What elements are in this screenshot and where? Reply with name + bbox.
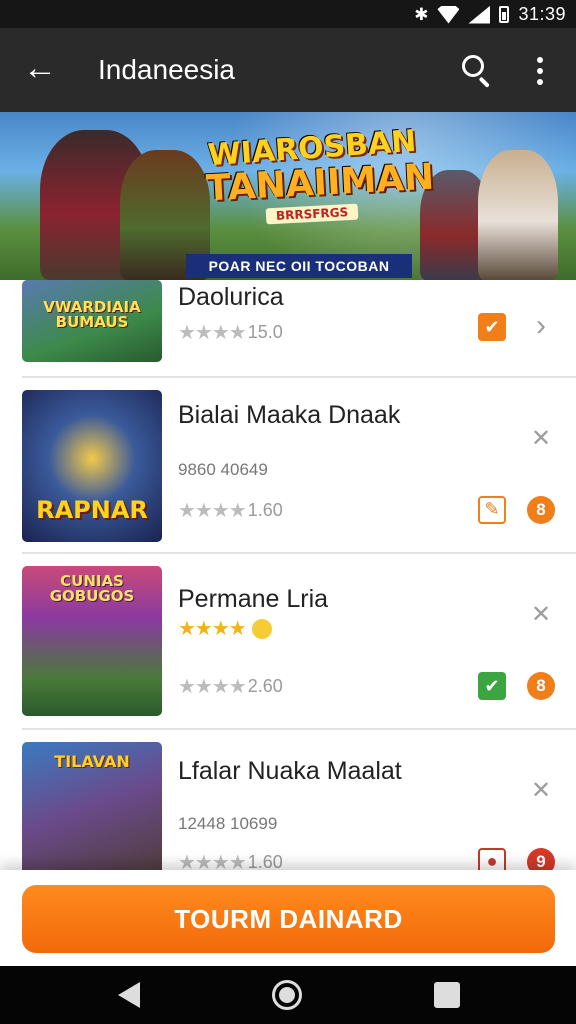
app-bar: ← Indaneesia: [0, 28, 576, 112]
page-title: Indaneesia: [98, 54, 236, 85]
rating-stars: ★★★★: [178, 500, 247, 522]
more-vert-icon[interactable]: [528, 54, 552, 88]
pin-icon[interactable]: ✕: [526, 600, 556, 630]
rating-value: 15.0: [247, 322, 283, 342]
bottom-panel: TOURM DAINARD: [0, 870, 576, 966]
rating-stars: ★★★★: [178, 852, 247, 870]
game-rating: ★★★★ 2.60: [178, 674, 283, 699]
game-meta: 9860 40649: [178, 460, 268, 479]
banner-hero-illustration: [478, 150, 558, 280]
banner-strip: POAR NEC OII TOCOBAN: [186, 254, 412, 278]
game-rating-gold: ★★★★: [178, 616, 272, 641]
battery-icon: [499, 6, 510, 23]
game-rating: ★★★★ 1.60: [178, 850, 283, 870]
game-rating: ★★★★ 15.0: [178, 320, 283, 345]
banner-title: WIAROSBAN TANAIIMAN BRRSFRGS: [205, 124, 436, 225]
list-item[interactable]: TILAVAN Lfalar Nuaka Maalat 12448 10699 …: [0, 730, 576, 870]
banner-title-line2: TANAIIMAN: [205, 156, 436, 210]
thumbnail-title: VWARDIAIA BUMAUS: [43, 298, 141, 331]
rating-stars: ★★★★: [178, 618, 247, 640]
badge-button[interactable]: 8: [527, 496, 555, 524]
game-name: Daolurica: [178, 283, 284, 311]
game-thumbnail: RAPNAR: [22, 390, 162, 542]
pin-icon[interactable]: ✕: [526, 424, 556, 454]
game-name: Bialai Maaka Dnaak: [178, 401, 401, 429]
game-name: Permane Lria: [178, 585, 329, 613]
badge-button[interactable]: 9: [527, 848, 555, 870]
rating-value: 2.60: [247, 676, 283, 696]
pin-icon[interactable]: ✕: [526, 776, 556, 806]
system-nav-bar: [0, 966, 576, 1024]
badge-button[interactable]: 8: [527, 672, 555, 700]
status-icons: ✱ 31:39: [414, 4, 566, 25]
signal-icon: [468, 5, 491, 24]
download-button[interactable]: TOURM DAINARD: [22, 885, 555, 953]
game-thumbnail: TILAVAN: [22, 742, 162, 870]
banner-badge: BRRSFRGS: [265, 203, 359, 225]
search-icon[interactable]: [458, 52, 494, 88]
nav-recent-icon[interactable]: [434, 982, 460, 1008]
installed-check-button[interactable]: ✔: [478, 672, 506, 700]
rating-stars: ★★★★: [178, 676, 247, 698]
game-rating: ★★★★ 1.60: [178, 498, 283, 523]
arrow-back-icon[interactable]: ←: [20, 50, 60, 90]
wifi-icon: [437, 5, 460, 24]
nav-home-icon[interactable]: [272, 980, 302, 1010]
rating-value: 1.60: [247, 852, 283, 870]
emoji-icon: [251, 618, 272, 639]
status-bar: ✱ 31:39: [0, 0, 576, 28]
game-meta: 12448 10699: [178, 814, 278, 833]
edit-button[interactable]: ✎: [478, 496, 506, 524]
rating-value: 1.60: [247, 500, 283, 520]
rating-stars: ★★★★: [178, 322, 247, 344]
featured-banner[interactable]: WIAROSBAN TANAIIMAN BRRSFRGS POAR NEC OI…: [0, 112, 576, 280]
list-item[interactable]: RAPNAR Bialai Maaka Dnaak 9860 40649 ★★★…: [0, 378, 576, 554]
list-item[interactable]: VWARDIAIA BUMAUS Daolurica ★★★★ 15.0 ✔ ›: [0, 280, 576, 378]
game-list: VWARDIAIA BUMAUS Daolurica ★★★★ 15.0 ✔ ›…: [0, 280, 576, 870]
game-thumbnail: VWARDIAIA BUMAUS: [22, 280, 162, 362]
status-time: 31:39: [518, 4, 566, 24]
thumbnail-title: RAPNAR: [36, 496, 148, 524]
install-button[interactable]: ✔: [478, 313, 506, 341]
bluetooth-icon: ✱: [414, 4, 429, 24]
action-button[interactable]: ●: [478, 848, 506, 870]
list-item[interactable]: CUNIAS GOBUGOS Permane Lria ★★★★ ★★★★ 2.…: [0, 554, 576, 730]
game-thumbnail: CUNIAS GOBUGOS: [22, 566, 162, 716]
nav-back-icon[interactable]: [118, 982, 140, 1008]
thumbnail-title: CUNIAS GOBUGOS: [49, 572, 135, 605]
chevron-right-icon[interactable]: ›: [530, 311, 552, 342]
game-name: Lfalar Nuaka Maalat: [178, 757, 402, 785]
thumbnail-title: TILAVAN: [54, 752, 130, 771]
